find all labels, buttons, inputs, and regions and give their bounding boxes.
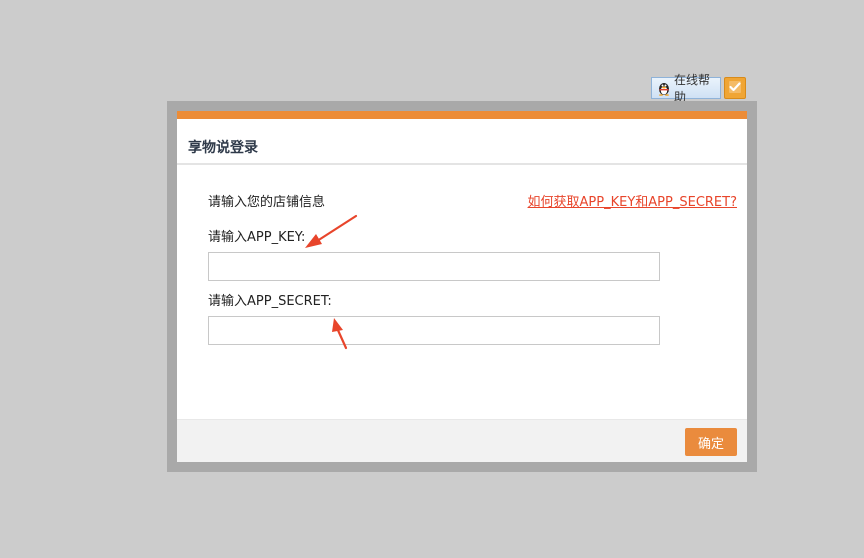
dialog-footer: 确定 — [177, 419, 747, 462]
how-to-get-keys-link[interactable]: 如何获取APP_KEY和APP_SECRET? — [528, 191, 737, 210]
checkmark-icon — [728, 79, 742, 98]
online-help-label: 在线帮助 — [674, 73, 711, 104]
qq-penguin-icon — [656, 80, 672, 96]
dialog-accent-bar — [177, 111, 747, 119]
app-secret-label: 请输入APP_SECRET: — [208, 294, 332, 309]
confirm-button[interactable]: 确定 — [685, 428, 737, 456]
page-background: 在线帮助 享物说登录 请输入您的店铺信息 如何获取APP_KEY和APP_SEC… — [0, 0, 864, 558]
app-key-input[interactable] — [208, 252, 660, 281]
app-key-label: 请输入APP_KEY: — [208, 230, 306, 245]
checkmark-button[interactable] — [724, 77, 746, 99]
dialog-title: 享物说登录 — [188, 140, 258, 156]
dialog-frame: 享物说登录 请输入您的店铺信息 如何获取APP_KEY和APP_SECRET? … — [167, 101, 757, 472]
online-help-widget: 在线帮助 — [651, 73, 747, 104]
login-dialog: 享物说登录 请输入您的店铺信息 如何获取APP_KEY和APP_SECRET? … — [177, 111, 747, 462]
online-help-button[interactable]: 在线帮助 — [651, 73, 721, 104]
app-secret-input[interactable] — [208, 316, 660, 345]
store-info-prompt: 请输入您的店铺信息 — [208, 195, 326, 210]
title-divider — [177, 163, 747, 165]
